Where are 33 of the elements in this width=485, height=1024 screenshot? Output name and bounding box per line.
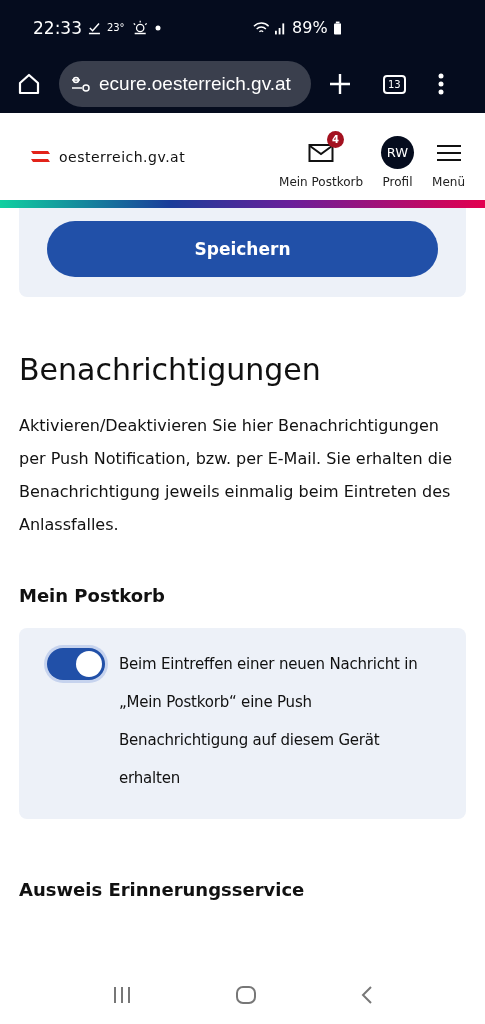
header-nav-label[interactable]: Mein Postkorb <box>279 174 364 189</box>
site-logo-text[interactable]: oesterreich.gv.at <box>59 148 186 165</box>
site-settings-icon[interactable] <box>71 76 91 92</box>
recent-apps-icon[interactable] <box>111 985 132 1004</box>
tab-count-button[interactable]: 13 <box>383 74 406 94</box>
save-button[interactable]: Speichern <box>47 221 438 277</box>
plus-icon[interactable] <box>329 73 351 95</box>
home-button-icon[interactable] <box>234 984 257 1005</box>
battery-icon <box>333 20 342 35</box>
back-icon[interactable] <box>359 984 374 1005</box>
battery-level: 89% <box>292 18 328 37</box>
section-heading: Benachrichtigungen <box>19 352 322 387</box>
profile-avatar[interactable]: RW <box>381 136 415 169</box>
url-bar[interactable]: ecure.oesterreich.gv.at <box>59 61 311 107</box>
notification-badge: 4 <box>327 130 345 148</box>
group-heading: Mein Postkorb <box>19 585 166 606</box>
more-icon[interactable] <box>437 73 444 95</box>
dot-icon <box>155 24 161 31</box>
temperature: 23° <box>106 22 125 33</box>
toggle-switch[interactable] <box>47 648 105 680</box>
status-time: 22:33 <box>33 17 82 38</box>
toggle-label: Beim Eintreffen einer neuen Nachricht in „Mein Postkorb“ eine Push Benachrichtigung auf diesem Gerät erhalten <box>119 654 419 789</box>
header-nav-label[interactable]: Menü <box>432 174 465 189</box>
home-icon[interactable] <box>17 72 41 96</box>
group-heading: Ausweis Erinnerungsservice <box>19 879 306 900</box>
wifi-icon <box>252 20 270 35</box>
mail-icon[interactable] <box>308 142 335 163</box>
flag-icon <box>31 150 50 163</box>
section-description: Aktivieren/Deaktivieren Sie hier Benachrichtigungen per Push Notification, bzw. per E-Mail. Sie erhalten die Benachrichtigung jeweils einmalig beim Eintreten des Anlassfalles. <box>19 415 454 536</box>
menu-icon[interactable] <box>436 143 461 162</box>
signal-icon <box>275 20 287 35</box>
check-icon <box>88 20 101 35</box>
header-nav-label[interactable]: Profil <box>382 174 413 189</box>
